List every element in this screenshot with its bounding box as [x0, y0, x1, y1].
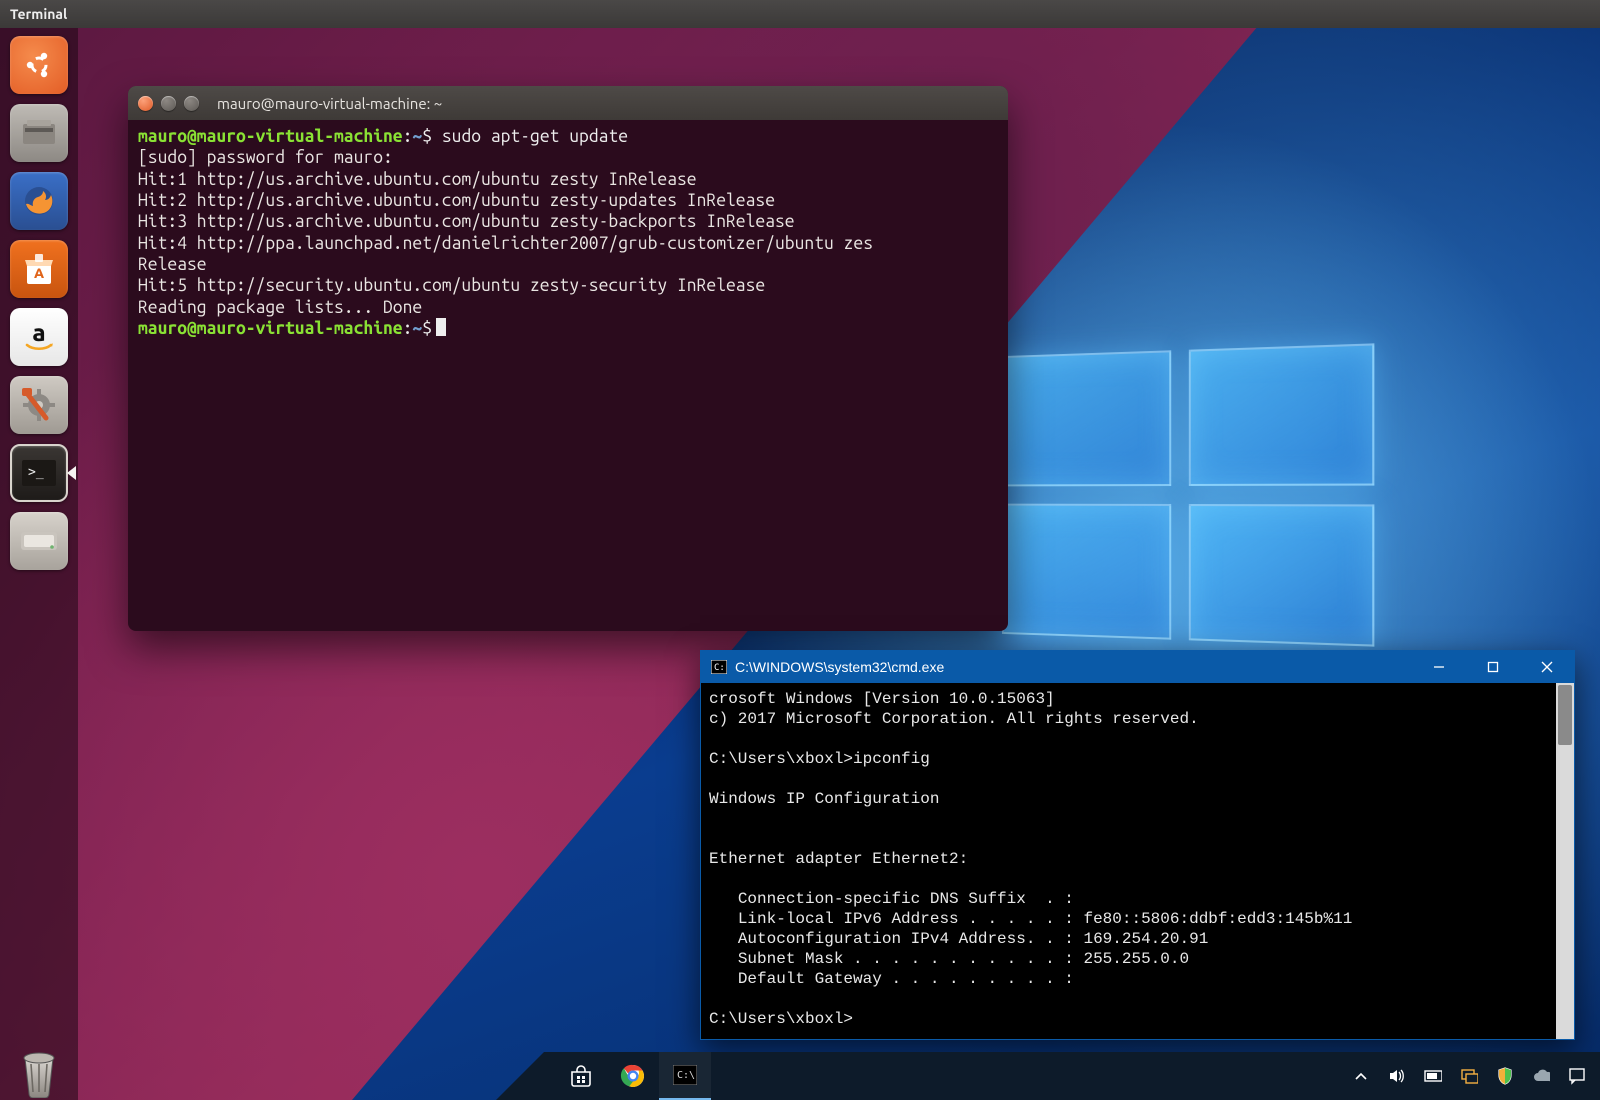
cmd-line: crosoft Windows [Version 10.0.15063] — [709, 690, 1055, 708]
svg-text:C:\: C:\ — [677, 1070, 695, 1081]
tray-network-icon[interactable] — [1460, 1067, 1478, 1085]
window-close-icon[interactable] — [138, 96, 153, 111]
cmd-body[interactable]: crosoft Windows [Version 10.0.15063] c) … — [701, 683, 1556, 1039]
ubuntu-terminal-title: mauro@mauro-virtual-machine: ~ — [217, 95, 442, 112]
cmd-title-text: C:\WINDOWS\system32\cmd.exe — [735, 659, 944, 675]
launcher-amazon-icon[interactable]: a — [10, 308, 68, 366]
cmd-line: Subnet Mask . . . . . . . . . . . : 255.… — [709, 950, 1189, 968]
cmd-icon: C: — [711, 660, 727, 674]
launcher-disk-icon[interactable] — [10, 512, 68, 570]
svg-text:>_: >_ — [28, 465, 44, 480]
cmd-line: Autoconfiguration IPv4 Address. . : 169.… — [709, 930, 1208, 948]
cmd-minimize-button[interactable] — [1412, 651, 1466, 683]
svg-text:C:: C: — [714, 663, 725, 673]
svg-text:A: A — [34, 265, 44, 281]
cmd-prompt: C:\Users\xboxl> — [709, 750, 853, 768]
launcher-settings-icon[interactable] — [10, 376, 68, 434]
windows-logo — [1002, 343, 1374, 646]
prompt-user-host: mauro@mauro-virtual-machine — [138, 127, 403, 146]
ubuntu-terminal-body[interactable]: mauro@mauro-virtual-machine:~$ sudo apt-… — [128, 120, 1008, 349]
terminal-line: [sudo] password for mauro: — [138, 148, 393, 167]
launcher-terminal-icon[interactable]: >_ — [10, 444, 68, 502]
window-minimize-icon[interactable] — [161, 96, 176, 111]
cmd-line: Connection-specific DNS Suffix . : — [709, 890, 1074, 908]
terminal-line: Hit:4 http://ppa.launchpad.net/danielric… — [138, 234, 873, 253]
terminal-line: Reading package lists... Done — [138, 298, 422, 317]
taskbar-cmd-icon[interactable]: C:\ — [659, 1052, 711, 1100]
windows-cmd-window[interactable]: C: C:\WINDOWS\system32\cmd.exe crosoft W… — [700, 650, 1575, 1040]
svg-text:a: a — [32, 319, 45, 346]
cmd-line: c) 2017 Microsoft Corporation. All right… — [709, 710, 1199, 728]
cursor-icon — [436, 318, 446, 336]
ubuntu-menubar[interactable]: Terminal — [0, 0, 1600, 28]
ubuntu-launcher: A a >_ — [0, 28, 78, 1100]
ubuntu-terminal-window[interactable]: mauro@mauro-virtual-machine: ~ mauro@mau… — [128, 86, 1008, 631]
cmd-titlebar[interactable]: C: C:\WINDOWS\system32\cmd.exe — [701, 651, 1574, 683]
cmd-close-button[interactable] — [1520, 651, 1574, 683]
tray-action-center-icon[interactable] — [1568, 1067, 1586, 1085]
terminal-line: Hit:5 http://security.ubuntu.com/ubuntu … — [138, 276, 765, 295]
cmd-line: Link-local IPv6 Address . . . . . : fe80… — [709, 910, 1352, 928]
menubar-app-title: Terminal — [10, 6, 67, 22]
tray-volume-icon[interactable] — [1388, 1067, 1406, 1085]
launcher-files-icon[interactable] — [10, 104, 68, 162]
terminal-line: Hit:2 http://us.archive.ubuntu.com/ubunt… — [138, 191, 775, 210]
tray-security-icon[interactable] — [1496, 1067, 1514, 1085]
cmd-scrollbar[interactable] — [1556, 683, 1574, 1039]
tray-chevron-up-icon[interactable] — [1352, 1067, 1370, 1085]
taskbar-chrome-icon[interactable] — [607, 1052, 659, 1100]
prompt-path: ~ — [412, 127, 422, 146]
scrollbar-thumb[interactable] — [1558, 685, 1572, 745]
cmd-maximize-button[interactable] — [1466, 651, 1520, 683]
launcher-firefox-icon[interactable] — [10, 172, 68, 230]
launcher-ubuntu-dash-icon[interactable] — [10, 36, 68, 94]
launcher-software-center-icon[interactable]: A — [10, 240, 68, 298]
terminal-line: Release — [138, 255, 207, 274]
cmd-prompt: C:\Users\xboxl> — [709, 1010, 853, 1028]
launcher-trash-icon[interactable] — [10, 1042, 68, 1100]
cmd-line: Ethernet adapter Ethernet2: — [709, 850, 968, 868]
cmd-line: Windows IP Configuration — [709, 790, 939, 808]
tray-onedrive-icon[interactable] — [1532, 1067, 1550, 1085]
ubuntu-terminal-titlebar[interactable]: mauro@mauro-virtual-machine: ~ — [128, 86, 1008, 120]
cmd-command: ipconfig — [853, 750, 930, 768]
terminal-line: Hit:1 http://us.archive.ubuntu.com/ubunt… — [138, 170, 697, 189]
terminal-command: sudo apt-get update — [442, 127, 628, 146]
window-maximize-icon[interactable] — [184, 96, 199, 111]
tray-battery-icon[interactable] — [1424, 1067, 1442, 1085]
taskbar-store-icon[interactable] — [555, 1052, 607, 1100]
cmd-line: Default Gateway . . . . . . . . . : — [709, 970, 1074, 988]
terminal-line: Hit:3 http://us.archive.ubuntu.com/ubunt… — [138, 212, 795, 231]
